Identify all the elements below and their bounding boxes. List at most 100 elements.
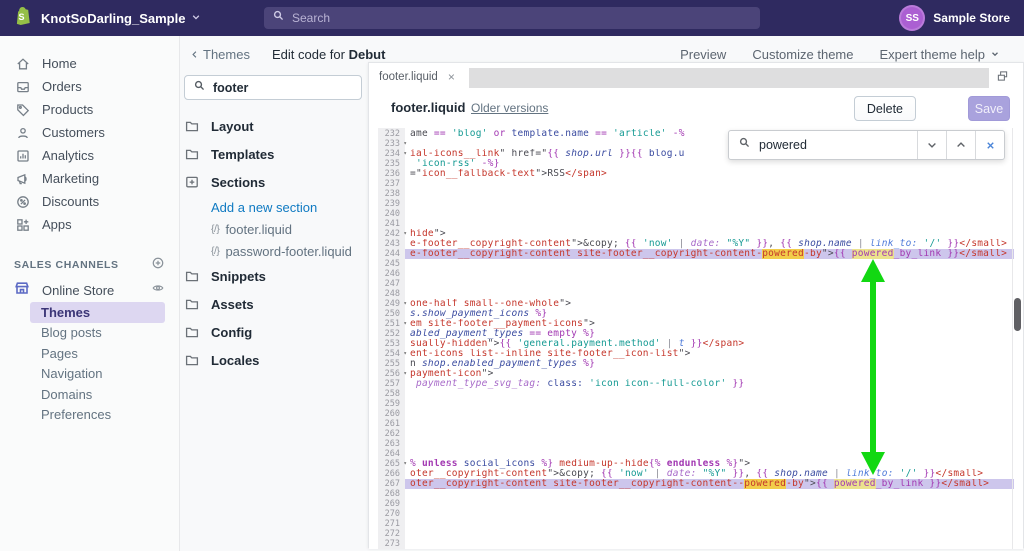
file-tree-folder-locales[interactable]: Locales <box>184 346 374 374</box>
code-line: 261 <box>378 419 1014 429</box>
sidebar-item-apps[interactable]: Apps <box>0 213 179 236</box>
sidebar-item-analytics[interactable]: Analytics <box>0 144 179 167</box>
code-line: 251 ▾ em site-footer__payment-icons"> <box>378 319 1014 329</box>
file-tree-folder-templates[interactable]: Templates <box>184 140 374 168</box>
find-next-button[interactable] <box>917 131 946 159</box>
sidebar-item-preferences[interactable]: Preferences <box>0 405 179 426</box>
store-switcher[interactable]: S KnotSoDarling_Sample <box>12 5 201 32</box>
code-line: 237 <box>378 179 1014 189</box>
apps-icon <box>17 218 29 231</box>
find-prev-button[interactable] <box>946 131 975 159</box>
delete-button[interactable]: Delete <box>853 96 916 121</box>
view-store-button[interactable] <box>151 281 165 300</box>
home-icon <box>17 57 29 69</box>
code-line: 241 <box>378 219 1014 229</box>
line-number: 268 <box>378 489 405 499</box>
code-line: 262 <box>378 429 1014 439</box>
fold-marker: ▾ <box>403 300 407 307</box>
sidebar-item-home[interactable]: Home <box>0 52 179 75</box>
line-number: 253 <box>378 339 405 349</box>
add-channel-button[interactable] <box>151 256 165 275</box>
storefront-icon <box>14 280 32 301</box>
folder-label: Templates <box>211 146 275 162</box>
line-number: 240 <box>378 209 405 219</box>
header-action-preview[interactable]: Preview <box>680 47 726 62</box>
file-tree-folder-layout[interactable]: Layout <box>184 112 374 140</box>
code-area[interactable]: 232 ame == 'blog' or template.name == 'ar… <box>369 128 1023 549</box>
sidebar-item-label: Marketing <box>42 171 100 186</box>
code-text: hide"> <box>410 229 446 239</box>
close-icon <box>986 141 994 149</box>
line-number: 232 <box>378 129 405 139</box>
header-action-customize-theme[interactable]: Customize theme <box>752 47 853 62</box>
sales-channels-label: SALES CHANNELS <box>14 259 119 271</box>
sidebar-item-online-store[interactable]: Online Store <box>0 278 179 302</box>
sidebar-item-customers[interactable]: Customers <box>0 121 179 144</box>
sidebar-item-domains[interactable]: Domains <box>0 384 179 405</box>
tab-bar-fill <box>469 68 989 88</box>
file-search[interactable] <box>184 75 362 100</box>
analytics-icon <box>17 149 29 162</box>
folder-icon <box>185 299 199 310</box>
folder-icon <box>185 271 199 282</box>
account-menu[interactable]: SS Sample Store <box>899 5 1010 31</box>
sidebar-item-marketing[interactable]: Marketing <box>0 167 179 190</box>
file-tree-file-footer-liquid[interactable]: {/} footer.liquid <box>184 218 374 240</box>
sidebar-item-themes[interactable]: Themes <box>30 302 165 323</box>
folder-icon <box>185 121 199 132</box>
file-tree-folder-sections[interactable]: Sections <box>184 168 374 196</box>
sidebar-item-orders[interactable]: Orders <box>0 75 179 98</box>
global-search-input[interactable] <box>292 11 712 25</box>
find-input-wrap[interactable] <box>729 131 917 159</box>
line-number: 237 <box>378 179 405 189</box>
global-search[interactable] <box>264 7 760 29</box>
add-new-section-link[interactable]: Add a new section <box>184 196 374 218</box>
file-tree-folder-assets[interactable]: Assets <box>184 290 374 318</box>
code-line: 240 <box>378 209 1014 219</box>
code-line: 254 ▾ ent-icons list--inline site-footer__… <box>378 349 1014 359</box>
header-action-expert-theme-help[interactable]: Expert theme help <box>879 47 1000 62</box>
line-number: 267 <box>378 479 405 489</box>
folder-label: Assets <box>211 296 254 312</box>
header-action-label: Preview <box>680 46 727 62</box>
line-number: 266 <box>378 469 405 479</box>
find-in-file-box <box>728 130 1005 160</box>
save-button[interactable]: Save <box>968 96 1010 121</box>
back-to-themes[interactable]: Themes <box>190 47 250 62</box>
code-line: 258 <box>378 389 1014 399</box>
code-line: 238 <box>378 189 1014 199</box>
file-tree-folder-config[interactable]: Config <box>184 318 374 346</box>
folder-plus-icon <box>186 176 198 188</box>
sidebar-item-products[interactable]: Products <box>0 98 179 121</box>
fold-marker: ▾ <box>403 320 407 327</box>
find-close-button[interactable] <box>975 131 1004 159</box>
close-tab-icon[interactable]: × <box>448 70 455 84</box>
sidebar-item-navigation[interactable]: Navigation <box>0 364 179 385</box>
popout-window-icon[interactable] <box>996 69 1009 87</box>
line-number: 272 <box>378 529 405 539</box>
code-line: 252 abled_payment_types == empty %} <box>378 329 1014 339</box>
tab-footer-liquid[interactable]: footer.liquid × <box>379 66 455 88</box>
sidebar-item-pages[interactable]: Pages <box>0 343 179 364</box>
shopify-logo-icon: S <box>12 5 33 32</box>
file-tree-file-password-footer-liquid[interactable]: {/} password-footer.liquid <box>184 240 374 262</box>
editor-scrollbar[interactable] <box>1014 298 1021 331</box>
file-search-input[interactable] <box>213 80 343 95</box>
older-versions-link[interactable]: Older versions <box>471 101 548 115</box>
code-line: 269 <box>378 499 1014 509</box>
find-input[interactable] <box>759 138 889 152</box>
line-number: 248 <box>378 289 405 299</box>
file-tree-folder-snippets[interactable]: Snippets <box>184 262 374 290</box>
sidebar-item-discounts[interactable]: Discounts <box>0 190 179 213</box>
products-icon <box>17 103 30 116</box>
fold-marker: ▾ <box>403 150 407 157</box>
sidebar-item-blog-posts[interactable]: Blog posts <box>0 323 179 344</box>
code-file-icon: {/} <box>211 245 220 257</box>
